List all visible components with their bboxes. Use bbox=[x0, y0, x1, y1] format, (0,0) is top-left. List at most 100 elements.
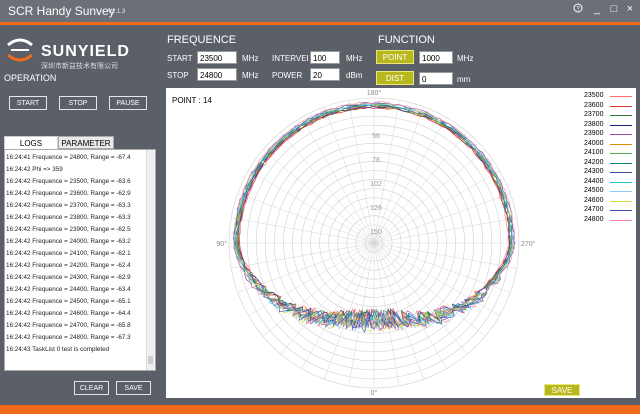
brand-subtitle: 深圳市新益技术有限公司 bbox=[41, 63, 118, 70]
legend-label: 24000 bbox=[584, 139, 604, 147]
ring-label: 56 bbox=[372, 133, 380, 140]
log-line: 16:24:42 Frequence = 24100, Range = -62.… bbox=[6, 250, 131, 257]
minimize-button[interactable]: _ bbox=[590, 3, 604, 15]
legend-swatch bbox=[610, 96, 632, 97]
angle-label: 270° bbox=[521, 240, 536, 248]
ring-label: 150 bbox=[370, 229, 382, 236]
legend-item: 24000 bbox=[584, 140, 634, 150]
log-line: 16:24:42 Frequence = 24800, Range = -67.… bbox=[6, 334, 131, 341]
legend-item: 23800 bbox=[584, 121, 634, 131]
help-icon[interactable]: ? bbox=[571, 3, 585, 16]
legend-label: 24400 bbox=[584, 177, 604, 185]
legend-label: 24600 bbox=[584, 196, 604, 204]
grid-spoke bbox=[373, 242, 468, 355]
legend-swatch bbox=[610, 134, 632, 135]
app-title: SCR Handy Sunvey bbox=[8, 4, 115, 18]
logo-icon bbox=[7, 38, 33, 62]
ring-label: 102 bbox=[370, 181, 382, 188]
legend-label: 24700 bbox=[584, 206, 604, 213]
close-button[interactable]: × bbox=[623, 3, 637, 15]
log-line: 16:24:42 Frequence = 23600, Range = -62.… bbox=[6, 190, 131, 197]
legend-swatch bbox=[610, 181, 632, 183]
brand-logo: SUNYIELD 深圳市新益技术有限公司 bbox=[5, 35, 155, 70]
start-freq-label: START bbox=[167, 54, 193, 63]
legend-label: 23500 bbox=[584, 92, 604, 99]
legend-label: 24300 bbox=[584, 168, 604, 175]
log-line: 16:24:43 TaskList 0 test is completed bbox=[6, 346, 110, 353]
clear-log-button[interactable]: CLEAR bbox=[74, 381, 109, 395]
grid-spoke bbox=[373, 106, 424, 244]
legend-swatch bbox=[610, 153, 632, 154]
legend-label: 24200 bbox=[584, 158, 604, 166]
tab-logs[interactable]: LOGS bbox=[4, 136, 58, 149]
tab-parameter[interactable]: PARAMETER bbox=[58, 136, 114, 149]
brand-name: SUNYIELD bbox=[41, 43, 130, 60]
log-panel: 16:24:41 Frequence = 24800, Range = -67.… bbox=[4, 149, 156, 371]
ring-label: 78 bbox=[372, 157, 380, 164]
angle-label: 180° bbox=[367, 89, 382, 97]
grid-spoke bbox=[373, 193, 511, 244]
grid-spoke bbox=[280, 131, 375, 244]
dist-button[interactable]: DIST bbox=[376, 71, 414, 85]
log-scroll-thumb[interactable] bbox=[148, 356, 153, 364]
left-panel: SUNYIELD 深圳市新益技术有限公司 OPERATION START STO… bbox=[0, 25, 160, 405]
legend-label: 24800 bbox=[584, 215, 604, 223]
legend-item: 24800 bbox=[584, 216, 634, 226]
legend-item: 24700 bbox=[584, 206, 634, 216]
legend-item: 23600 bbox=[584, 102, 634, 112]
point-unit: MHz bbox=[457, 54, 474, 63]
legend-swatch bbox=[610, 115, 632, 116]
interval-input[interactable]: 100 bbox=[310, 51, 340, 64]
legend-swatch bbox=[610, 191, 632, 192]
legend-swatch bbox=[610, 124, 632, 126]
legend-swatch bbox=[610, 219, 632, 221]
save-log-button[interactable]: SAVE bbox=[116, 381, 151, 395]
interval-unit: MHz bbox=[346, 54, 363, 63]
ring-label: 126 bbox=[370, 205, 382, 212]
stop-freq-input[interactable]: 24800 bbox=[197, 68, 237, 81]
legend-item: 23500 bbox=[584, 92, 634, 102]
log-line: 16:24:42 Frequence = 23800, Range = -63.… bbox=[6, 214, 131, 221]
log-line: 16:24:42 Frequence = 23500, Range = -63.… bbox=[6, 178, 131, 185]
pause-button[interactable]: PAUSE bbox=[109, 96, 147, 110]
point-button[interactable]: POINT bbox=[376, 50, 414, 64]
legend-item: 23700 bbox=[584, 111, 634, 121]
start-freq-input[interactable]: 23500 bbox=[197, 51, 237, 64]
log-line: 16:24:42 Frequence = 24300, Range = -62.… bbox=[6, 274, 131, 281]
legend-item: 24500 bbox=[584, 187, 634, 197]
start-button[interactable]: START bbox=[9, 96, 47, 110]
app-version: V2.1.3 bbox=[108, 9, 126, 15]
grid-spoke bbox=[237, 193, 375, 244]
point-input[interactable]: 1000 bbox=[419, 51, 453, 64]
legend-swatch bbox=[610, 210, 632, 211]
grid-spoke bbox=[373, 149, 486, 244]
dist-input[interactable]: 0 bbox=[419, 72, 453, 85]
frequence-label: FREQUENCE bbox=[167, 34, 237, 46]
legend-swatch bbox=[610, 172, 632, 173]
legend-label: 23800 bbox=[584, 120, 604, 128]
log-line: 16:24:42 Frequence = 23700, Range = -63.… bbox=[6, 202, 131, 209]
stop-button[interactable]: STOP bbox=[59, 96, 97, 110]
log-scrollbar[interactable] bbox=[146, 150, 155, 370]
legend-item: 24100 bbox=[584, 149, 634, 159]
angle-label: 90° bbox=[216, 240, 227, 248]
start-freq-unit: MHz bbox=[242, 54, 259, 63]
power-input[interactable]: 20 bbox=[310, 68, 340, 81]
legend-item: 24300 bbox=[584, 168, 634, 178]
log-list: 16:24:41 Frequence = 24800, Range = -67.… bbox=[5, 152, 147, 356]
legend-label: 23900 bbox=[584, 130, 604, 137]
angle-label: 0° bbox=[371, 389, 378, 397]
title-bar: SCR Handy Sunvey V2.1.3 ? _ □ × bbox=[0, 0, 640, 22]
legend-swatch bbox=[610, 162, 632, 164]
maximize-button[interactable]: □ bbox=[607, 3, 621, 15]
accent-stripe-bottom bbox=[0, 405, 640, 414]
log-line: 16:24:42 Frequence = 24600, Range = -64.… bbox=[6, 310, 131, 317]
legend-label: 23700 bbox=[584, 111, 604, 118]
legend-item: 23900 bbox=[584, 130, 634, 140]
help-icon-glyph: ? bbox=[573, 3, 583, 13]
log-line: 16:24:42 Frequence = 24700, Range = -65.… bbox=[6, 322, 131, 329]
legend-item: 24400 bbox=[584, 178, 634, 188]
legend-swatch bbox=[610, 143, 632, 145]
grid-spoke bbox=[262, 149, 375, 244]
save-plot-button[interactable]: SAVE bbox=[544, 384, 580, 396]
